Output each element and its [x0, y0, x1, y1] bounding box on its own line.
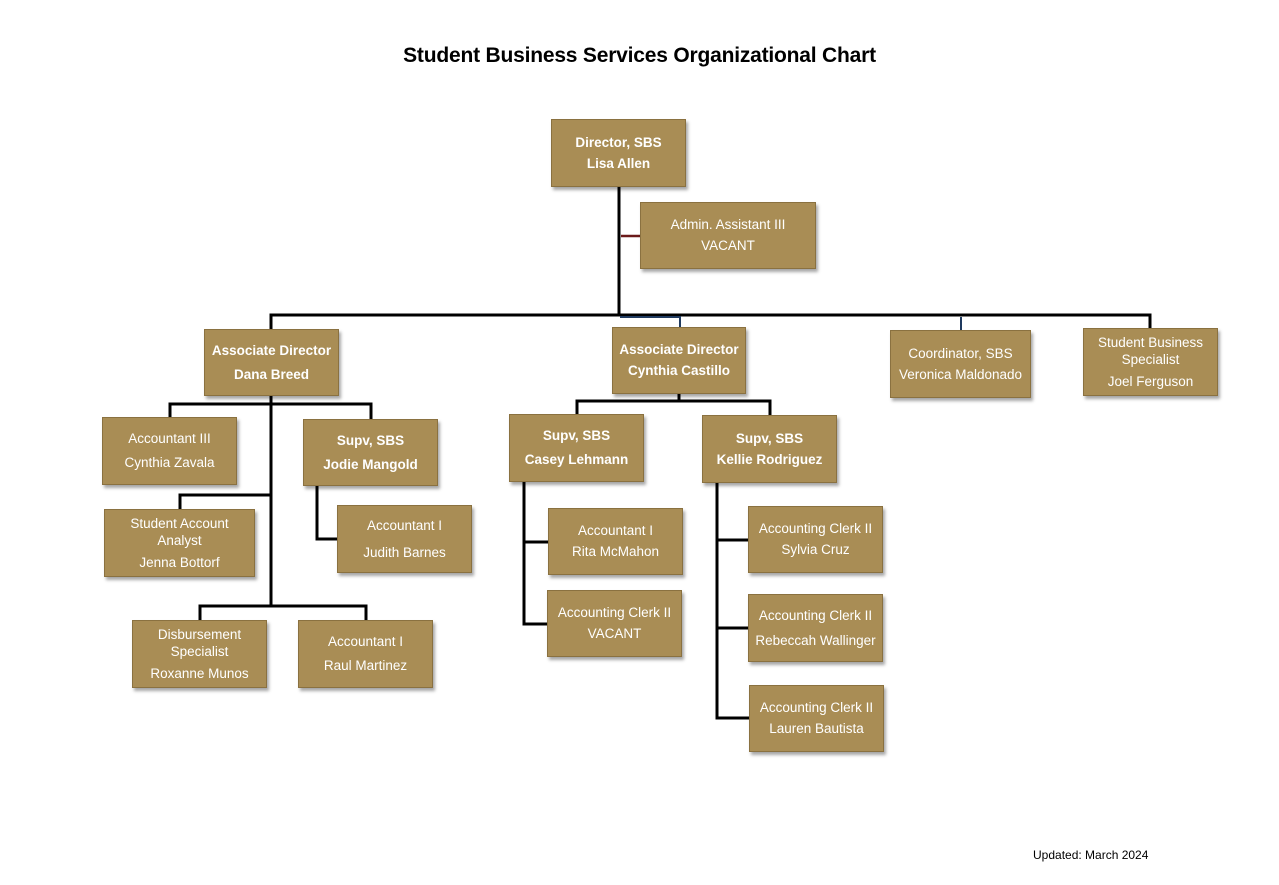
- node-title: Disbursement Specialist: [157, 626, 242, 659]
- node-name: Rebeccah Wallinger: [755, 632, 876, 648]
- node-title: Accountant III: [128, 431, 211, 446]
- node-name: VACANT: [701, 238, 755, 253]
- node-title: Accounting Clerk II: [759, 700, 874, 715]
- node-clerk2-bautista[interactable]: Accounting Clerk II Lauren Bautista: [749, 685, 884, 752]
- node-supv-rodriguez[interactable]: Supv, SBS Kellie Rodriguez: [702, 415, 837, 483]
- node-accountant1-martinez[interactable]: Accountant I Raul Martinez: [298, 620, 433, 688]
- node-name: Lauren Bautista: [769, 721, 864, 736]
- node-title: Student Business Specialist: [1097, 334, 1204, 367]
- node-name: Kellie Rodriguez: [716, 451, 823, 467]
- node-title: Accounting Clerk II: [758, 607, 873, 623]
- node-title: Supv, SBS: [336, 432, 405, 448]
- node-name: Veronica Maldonado: [898, 366, 1023, 382]
- node-clerk2-cruz[interactable]: Accounting Clerk II Sylvia Cruz: [748, 506, 883, 573]
- node-name: Cynthia Castillo: [627, 363, 730, 378]
- node-saa-bottorf[interactable]: Student Account Analyst Jenna Bottorf: [104, 509, 255, 577]
- node-title: Accounting Clerk II: [557, 605, 672, 620]
- node-name: Cynthia Zavala: [124, 455, 215, 470]
- node-name: Casey Lehmann: [524, 452, 629, 467]
- node-clerk2-wallinger[interactable]: Accounting Clerk II Rebeccah Wallinger: [748, 594, 883, 662]
- node-supv-lehmann[interactable]: Supv, SBS Casey Lehmann: [509, 414, 644, 482]
- node-title: Supv, SBS: [735, 430, 804, 446]
- node-title: Director, SBS: [575, 134, 662, 150]
- node-name: Sylvia Cruz: [781, 542, 850, 557]
- node-accountant1-barnes[interactable]: Accountant I Judith Barnes: [337, 505, 472, 573]
- node-assoc-dir-castillo[interactable]: Associate Director Cynthia Castillo: [612, 327, 746, 394]
- node-disb-munos[interactable]: Disbursement Specialist Roxanne Munos: [132, 620, 267, 688]
- node-title: Coordinator, SBS: [908, 345, 1013, 361]
- node-name: Dana Breed: [233, 366, 310, 382]
- node-name: Raul Martinez: [323, 658, 408, 673]
- node-sbs-specialist[interactable]: Student Business Specialist Joel Ferguso…: [1083, 328, 1218, 396]
- node-assoc-dir-breed[interactable]: Associate Director Dana Breed: [204, 329, 339, 396]
- node-accountant3-zavala[interactable]: Accountant III Cynthia Zavala: [102, 417, 237, 485]
- node-title: Student Account Analyst: [130, 515, 229, 548]
- node-admin-assistant[interactable]: Admin. Assistant III VACANT: [640, 202, 816, 269]
- node-title: Accountant I: [327, 634, 404, 649]
- node-title: Associate Director: [211, 342, 332, 358]
- node-clerk2-vacant[interactable]: Accounting Clerk II VACANT: [547, 590, 682, 657]
- node-name: VACANT: [587, 626, 642, 641]
- node-title: Accountant I: [366, 517, 443, 533]
- node-name: Joel Ferguson: [1107, 373, 1194, 389]
- node-title: Associate Director: [619, 342, 739, 357]
- node-name: Judith Barnes: [363, 544, 446, 560]
- node-title: Accountant I: [577, 523, 654, 538]
- node-supv-mangold[interactable]: Supv, SBS Jodie Mangold: [303, 419, 438, 486]
- connector-to-bottorf: [178, 493, 273, 511]
- connector-mangold-to-barnes: [315, 484, 339, 541]
- node-coordinator[interactable]: Coordinator, SBS Veronica Maldonado: [890, 330, 1031, 398]
- node-name: Rita McMahon: [571, 544, 660, 559]
- node-director[interactable]: Director, SBS Lisa Allen: [551, 119, 686, 187]
- connector-to-assoc-dir-castillo: [620, 316, 681, 327]
- node-name: Lisa Allen: [586, 155, 651, 171]
- node-name: Jodie Mangold: [323, 456, 418, 472]
- node-title: Accounting Clerk II: [758, 521, 873, 536]
- updated-date: Updated: March 2024: [1033, 848, 1149, 862]
- node-name: Jenna Bottorf: [139, 554, 220, 570]
- node-title: Admin. Assistant III: [670, 217, 786, 232]
- node-title: Supv, SBS: [542, 428, 611, 443]
- node-name: Roxanne Munos: [150, 665, 249, 681]
- node-accountant1-mcmahon[interactable]: Accountant I Rita McMahon: [548, 508, 683, 575]
